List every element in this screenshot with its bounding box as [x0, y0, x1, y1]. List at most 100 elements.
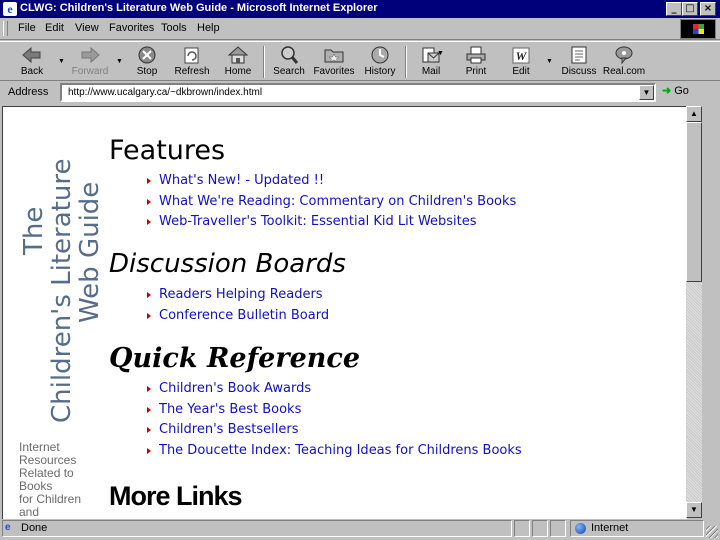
discuss-label: Discuss — [561, 66, 597, 77]
logo-line-the: The — [19, 206, 49, 255]
windows-logo-throbber — [680, 19, 716, 39]
window-controls: _ □ × — [666, 2, 716, 16]
search-label: Search — [273, 66, 305, 77]
mail-label: Mail — [421, 66, 441, 77]
edit-dropdown-icon[interactable]: ▼ — [546, 58, 553, 65]
scroll-down-button[interactable]: ▼ — [686, 502, 702, 518]
menu-file[interactable]: File — [18, 22, 36, 34]
refresh-button[interactable]: Refresh — [170, 44, 214, 80]
menu-help[interactable]: Help — [197, 22, 220, 34]
status-panel — [532, 520, 548, 537]
internet-globe-icon — [575, 523, 586, 534]
status-bar: e Done Internet — [0, 518, 720, 540]
back-arrow-icon — [20, 45, 44, 65]
menu-view[interactable]: View — [75, 22, 99, 34]
page-viewport: The Children's Literature Web Guide Inte… — [2, 106, 687, 519]
features-link-list: What's New! - Updated !! What We're Read… — [147, 173, 516, 235]
discussion-boards-heading: Discussion Boards — [109, 249, 346, 279]
site-logo[interactable]: The Children's Literature Web Guide — [15, 127, 105, 427]
quick-reference-link-list: Children's Book Awards The Year's Best B… — [147, 381, 522, 464]
close-button[interactable]: × — [700, 2, 716, 16]
mail-dropdown-icon[interactable]: ▼ — [437, 50, 444, 57]
windows-flag-icon — [693, 24, 704, 34]
maximize-button[interactable]: □ — [682, 2, 698, 16]
back-dropdown-icon[interactable]: ▼ — [58, 58, 65, 65]
svg-text:W: W — [516, 49, 528, 63]
status-message: e Done — [2, 520, 512, 537]
edit-button[interactable]: W Edit — [499, 44, 543, 80]
realcom-label: Real.com — [602, 66, 646, 77]
security-zone[interactable]: Internet — [570, 520, 704, 537]
address-dropdown-button[interactable]: ▼ — [639, 85, 654, 100]
toolbar-separator — [263, 46, 265, 78]
bullet-icon — [147, 386, 151, 392]
printer-icon — [464, 45, 488, 65]
menu-favorites[interactable]: Favorites — [109, 22, 154, 34]
home-label: Home — [224, 66, 252, 77]
home-button[interactable]: Home — [216, 44, 260, 80]
address-label: Address — [8, 86, 49, 98]
link-conference-bulletin-board[interactable]: Conference Bulletin Board — [147, 308, 329, 329]
status-panel — [514, 520, 530, 537]
vertical-scrollbar[interactable]: ▲ ▼ — [686, 106, 702, 518]
refresh-icon — [180, 45, 204, 65]
menu-bar: File Edit View Favorites Tools Help — [0, 18, 720, 40]
discussion-link-list: Readers Helping Readers Conference Bulle… — [147, 287, 329, 328]
favorites-button[interactable]: Favorites — [312, 44, 356, 80]
go-button[interactable]: ➜ Go — [662, 84, 714, 102]
address-url[interactable]: http://www.ucalgary.ca/~dkbrown/index.ht… — [68, 87, 262, 98]
scroll-thumb[interactable] — [686, 122, 702, 282]
discuss-icon — [567, 45, 591, 65]
address-input[interactable]: http://www.ucalgary.ca/~dkbrown/index.ht… — [60, 83, 656, 102]
bullet-icon — [147, 178, 151, 184]
history-icon — [368, 45, 392, 65]
site-tagline: Internet Resources Related to Books for … — [19, 441, 89, 519]
history-label: History — [364, 66, 396, 77]
print-button[interactable]: Print — [454, 44, 498, 80]
menu-grip[interactable] — [3, 21, 8, 36]
link-childrens-book-awards[interactable]: Children's Book Awards — [147, 381, 522, 402]
logo-line-web-guide: Web Guide — [75, 181, 105, 323]
search-button[interactable]: Search — [267, 44, 311, 80]
realcom-icon — [612, 45, 636, 65]
search-icon — [277, 45, 301, 65]
status-text: Done — [21, 522, 48, 534]
bullet-icon — [147, 219, 151, 226]
title-bar: e CLWG: Children's Literature Web Guide … — [0, 0, 720, 18]
forward-dropdown-icon[interactable]: ▼ — [116, 58, 123, 65]
resize-grip[interactable] — [706, 526, 718, 538]
link-childrens-bestsellers[interactable]: Children's Bestsellers — [147, 422, 522, 443]
status-panel — [550, 520, 566, 537]
history-button[interactable]: History — [358, 44, 402, 80]
quick-reference-heading: Quick Reference — [109, 343, 361, 374]
minimize-button[interactable]: _ — [666, 2, 682, 16]
stop-button[interactable]: Stop — [125, 44, 169, 80]
forward-label: Forward — [71, 66, 109, 77]
link-doucette-index[interactable]: The Doucette Index: Teaching Ideas for C… — [147, 443, 522, 464]
ie-app-icon[interactable]: e — [3, 2, 17, 16]
realcom-button[interactable]: Real.com — [602, 44, 646, 80]
bullet-icon — [147, 292, 151, 298]
window-title: CLWG: Children's Literature Web Guide - … — [20, 2, 378, 14]
stop-label: Stop — [136, 66, 158, 77]
favorites-label: Favorites — [313, 66, 355, 77]
link-what-were-reading[interactable]: What We're Reading: Commentary on Childr… — [147, 194, 516, 215]
page-loaded-icon: e — [5, 522, 11, 533]
mail-button[interactable]: Mail — [409, 44, 453, 80]
link-whats-new[interactable]: What's New! - Updated !! — [147, 173, 516, 194]
link-web-travellers-toolkit[interactable]: Web-Traveller's Toolkit: Essential Kid L… — [147, 214, 516, 235]
back-label: Back — [20, 66, 44, 77]
link-readers-helping-readers[interactable]: Readers Helping Readers — [147, 287, 329, 308]
back-button[interactable]: Back — [10, 44, 54, 80]
address-bar: Address http://www.ucalgary.ca/~dkbrown/… — [0, 82, 720, 104]
standard-toolbar: Back ▼ Forward ▼ Stop Refresh Home Searc… — [0, 41, 720, 81]
scroll-up-button[interactable]: ▲ — [686, 106, 702, 122]
zone-text: Internet — [591, 522, 629, 534]
discuss-button[interactable]: Discuss — [557, 44, 601, 80]
link-years-best-books[interactable]: The Year's Best Books — [147, 402, 522, 423]
forward-button[interactable]: Forward — [68, 44, 112, 80]
menu-edit[interactable]: Edit — [45, 22, 64, 34]
edit-label: Edit — [512, 66, 530, 77]
more-links-heading: More Links — [109, 481, 243, 511]
menu-tools[interactable]: Tools — [161, 22, 187, 34]
